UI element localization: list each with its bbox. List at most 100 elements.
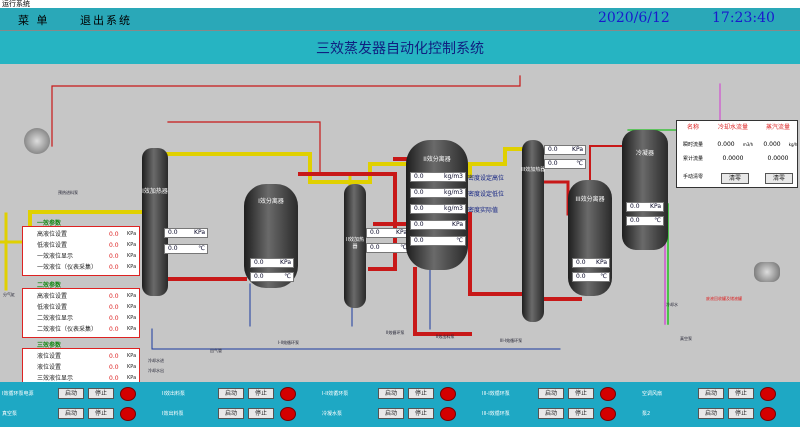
unit: ℃ (600, 273, 607, 280)
clear-steam-button[interactable]: 清零 (765, 173, 793, 184)
value: 0.0 (370, 244, 380, 251)
sep2-value-box: 0.0 kg/m3 (410, 172, 466, 182)
flow-instant-cool-unit: m3/h (742, 142, 754, 147)
stop-button[interactable]: 停止 (408, 388, 434, 399)
start-button[interactable]: 启动 (218, 408, 244, 419)
sep2-value: 0.0 (414, 189, 424, 196)
start-button[interactable]: 启动 (538, 388, 564, 399)
pump-control-group: III-I效循环泵 启动 停止 (482, 406, 640, 424)
start-button[interactable]: 启动 (378, 388, 404, 399)
unit: ℃ (576, 160, 583, 167)
param-unit: KPa (127, 364, 137, 370)
stop-button[interactable]: 停止 (88, 388, 114, 399)
stop-button[interactable]: 停止 (88, 408, 114, 419)
param-unit: KPa (127, 253, 137, 259)
param-value[interactable]: 0.0 (109, 325, 119, 334)
status-lamp-icon (440, 407, 456, 421)
sep2-value: 0.0 (414, 221, 424, 228)
sep2-reading-label: 密度实际值 (468, 207, 499, 214)
top-bar: 菜 单 退出系统 2020/6/12 17:23:40 (0, 8, 800, 30)
date-display: 2020/6/12 (598, 10, 670, 26)
control-bar: I效循环泵电源 启动 停止 II效出料泵 启动 停止 I-II效循环泵 启动 停止 III-I效循… (0, 382, 800, 427)
param-value[interactable]: 0.0 (109, 363, 119, 372)
panel-title: 一效参数 (37, 220, 62, 227)
stop-button[interactable]: 停止 (568, 388, 594, 399)
unit: ℃ (198, 245, 205, 252)
value: 0.0 (168, 245, 178, 252)
param-label: 液位设置 (37, 353, 62, 360)
param-value[interactable]: 0.0 (109, 303, 119, 312)
pump-control-group: I效循环泵电源 启动 停止 (2, 386, 160, 404)
pump-control-label: 真空泵 (2, 411, 18, 417)
stop-button[interactable]: 停止 (568, 408, 594, 419)
start-button[interactable]: 启动 (58, 408, 84, 419)
start-button[interactable]: 启动 (698, 408, 724, 419)
value: 0.0 (254, 273, 264, 280)
param-value[interactable]: 0.0 (109, 263, 119, 272)
sep2-value-box: 0.0 ℃ (410, 236, 466, 246)
sep2-unit: KPa (452, 221, 463, 228)
sep2-value: 0.0 (414, 205, 424, 212)
sep2-unit: kg/m3 (444, 173, 463, 180)
param-unit: KPa (127, 353, 137, 359)
pump-control-label: 空调风扇 (642, 391, 663, 397)
pump3-label: II效循环泵 (386, 330, 405, 335)
pump-control-label: I效出料泵 (162, 411, 184, 417)
status-lamp-icon (440, 387, 456, 401)
backwater-label: 回气管 (210, 348, 222, 353)
stop-button[interactable]: 停止 (248, 388, 274, 399)
clear-cool-button[interactable]: 清零 (721, 173, 749, 184)
preheat-pump-label: 预热进料泵 (58, 190, 78, 195)
pump-control-label: I效循环泵电源 (2, 391, 34, 397)
start-button[interactable]: 启动 (58, 388, 84, 399)
effect1-separator-label: I效分离器 (258, 198, 284, 205)
status-lamp-icon (280, 407, 296, 421)
menu-button[interactable]: 菜 单 (18, 12, 50, 28)
start-button[interactable]: 启动 (538, 408, 564, 419)
exit-button[interactable]: 退出系统 (80, 12, 132, 28)
pump1-label: I-II效循环泵 (278, 340, 299, 345)
status-lamp-icon (600, 407, 616, 421)
unit: KPa (596, 259, 607, 266)
effect3-heater-label: III效加热器 (520, 167, 546, 173)
start-button[interactable]: 启动 (378, 408, 404, 419)
flow-table: 名称 冷却水流量 蒸汽流量 瞬时流量 0.000 m3/h 0.000 kg/h… (676, 120, 798, 188)
value: 0.0 (254, 259, 264, 266)
value: 0.0 (576, 273, 586, 280)
stop-button[interactable]: 停止 (248, 408, 274, 419)
param-unit: KPa (127, 326, 137, 332)
param-unit: KPa (127, 231, 137, 237)
scada-screen: 运行系统 菜 单 退出系统 2020/6/12 17:23:40 三效蒸发器自动… (0, 0, 800, 427)
sep2-value: 0.0 (414, 173, 424, 180)
flow-instant-steam-unit: kg/h (788, 142, 798, 147)
start-button[interactable]: 启动 (698, 388, 724, 399)
status-lamp-icon (120, 407, 136, 421)
stop-button[interactable]: 停止 (408, 408, 434, 419)
condenser-temp: 0.0 ℃ (626, 216, 664, 226)
sep2-reading-row: 0.0 kg/m3 密度设定高位 (410, 172, 520, 182)
param-label: 低液位设置 (37, 304, 68, 311)
flow-instant-cool: 0.000 (717, 141, 735, 148)
cooling-water-label: 冷却水 (666, 302, 678, 307)
pump-control-label: II效出料泵 (162, 391, 185, 397)
unit: KPa (194, 229, 205, 236)
stop-button[interactable]: 停止 (728, 388, 754, 399)
start-button[interactable]: 启动 (218, 388, 244, 399)
param-label: 一效液位显示 (37, 253, 74, 260)
param-value[interactable]: 0.0 (109, 314, 119, 323)
param-value[interactable]: 0.0 (109, 292, 119, 301)
param-value[interactable]: 0.0 (109, 252, 119, 261)
pump-control-group: 冷凝水泵 启动 停止 (322, 406, 480, 424)
param-value[interactable]: 0.0 (109, 241, 119, 250)
effect3-heater-pressure: 0.0 KPa (544, 145, 586, 155)
param-value[interactable]: 0.0 (109, 352, 119, 361)
stop-button[interactable]: 停止 (728, 408, 754, 419)
unit: KPa (650, 203, 661, 210)
sep2-unit: kg/m3 (444, 205, 463, 212)
effect1-heater-label: I效加热器 (142, 188, 168, 195)
param-value[interactable]: 0.0 (109, 230, 119, 239)
flow-instant-label: 瞬时流量 (682, 142, 703, 148)
value: 0.0 (630, 217, 640, 224)
value: 0.0 (630, 203, 640, 210)
condenser-pressure: 0.0 KPa (626, 202, 664, 212)
